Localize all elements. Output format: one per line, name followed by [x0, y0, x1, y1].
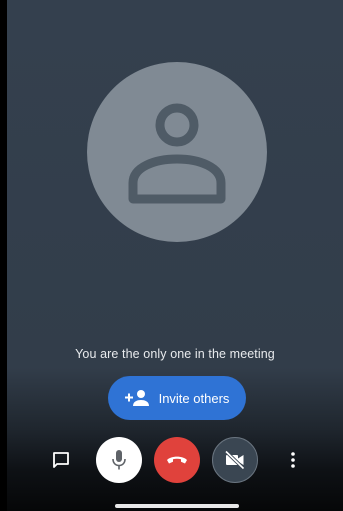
chat-icon: [53, 452, 69, 468]
participant-avatar: [87, 62, 267, 242]
chat-button[interactable]: [38, 437, 84, 483]
microphone-button[interactable]: [96, 437, 142, 483]
camera-toggle-button[interactable]: [212, 437, 258, 483]
video-off-icon: [224, 450, 245, 470]
call-screen: You are the only one in the meeting Invi…: [7, 0, 343, 511]
home-indicator[interactable]: [115, 504, 239, 508]
mic-icon: [112, 450, 126, 470]
end-call-button[interactable]: [154, 437, 200, 483]
invite-others-button[interactable]: Invite others: [108, 376, 246, 420]
meeting-status-text: You are the only one in the meeting: [75, 347, 275, 361]
call-end-icon: [167, 456, 187, 464]
invite-others-label: Invite others: [158, 390, 230, 406]
more-vert-icon: [291, 452, 295, 468]
person-add-icon: [124, 389, 149, 407]
more-options-button[interactable]: [270, 437, 316, 483]
call-controls-bar: [7, 437, 343, 483]
person-icon: [128, 103, 226, 204]
